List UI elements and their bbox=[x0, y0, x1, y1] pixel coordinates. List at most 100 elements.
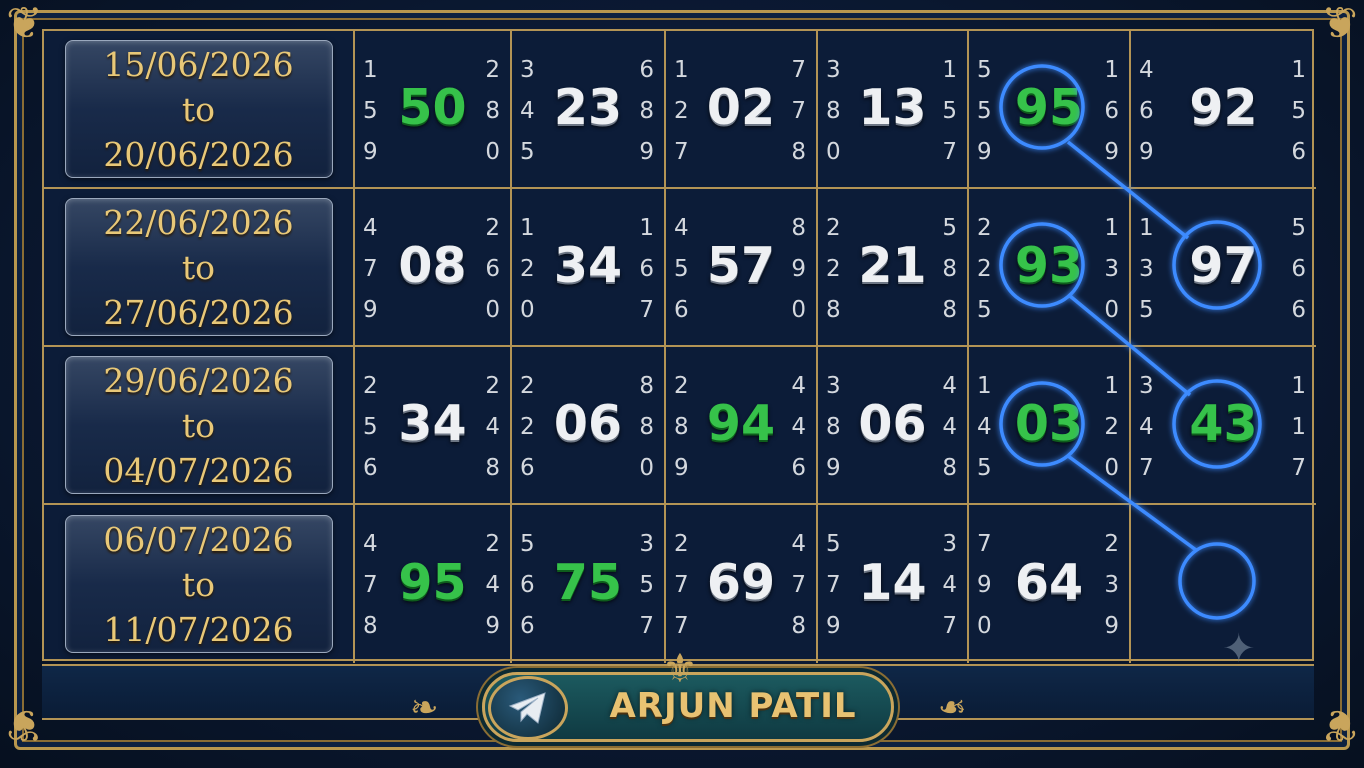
panel-digit: 6 bbox=[1104, 98, 1119, 124]
panel-digit: 2 bbox=[485, 57, 500, 83]
ornament-corner-icon: ❦ bbox=[6, 699, 43, 750]
panel-digit: 9 bbox=[639, 139, 654, 165]
close-panel-digits: 1 6 7 bbox=[639, 208, 654, 331]
panel-digit: 5 bbox=[942, 215, 957, 241]
close-panel-digits: 1 3 0 bbox=[1104, 208, 1119, 331]
week-range-label: 06/07/2026 to 11/07/2026 bbox=[64, 515, 333, 653]
panel-digit: 6 bbox=[1291, 256, 1306, 282]
result-cell: 2 7 7 69 4 7 8 bbox=[666, 505, 818, 663]
result-cell: 4 5 6 57 8 9 0 bbox=[666, 189, 818, 347]
close-panel-digits: 8 9 0 bbox=[791, 208, 806, 331]
ornament-corner-icon: ❦ bbox=[1321, 0, 1358, 49]
result-cell: 4 7 8 95 2 4 9 bbox=[355, 505, 512, 663]
close-panel-digits: 5 8 8 bbox=[942, 208, 957, 331]
close-panel-digits: 4 4 8 bbox=[942, 366, 957, 489]
panel-digit: 7 bbox=[1291, 455, 1306, 481]
panel-digit: 1 bbox=[942, 57, 957, 83]
panel-digit: 0 bbox=[1104, 297, 1119, 323]
author-name: ARJUN PATIL bbox=[609, 686, 857, 726]
results-chart-grid: 15/06/2026 to 20/06/2026 1 5 9 50 2 8 0 3 4 5 23 6 8 9 1 2… bbox=[42, 29, 1316, 663]
panel-digit: 0 bbox=[639, 455, 654, 481]
week-range-label: 29/06/2026 to 04/07/2026 bbox=[64, 356, 333, 494]
result-cell: 1 3 5 97 5 6 6 bbox=[1131, 189, 1316, 347]
panel-digit: 7 bbox=[942, 613, 957, 639]
panel-digit: 0 bbox=[485, 297, 500, 323]
close-panel-digits: 1 6 9 bbox=[1104, 50, 1119, 173]
close-panel-digits: 3 5 7 bbox=[639, 524, 654, 647]
panel-digit: 8 bbox=[826, 297, 841, 323]
panel-digit: 2 bbox=[485, 215, 500, 241]
panel-digit: 1 bbox=[1104, 57, 1119, 83]
jodi-number: 97 bbox=[1189, 236, 1258, 294]
close-panel-digits: 2 8 0 bbox=[485, 50, 500, 173]
panel-digit: 0 bbox=[1104, 455, 1119, 481]
panel-digit: 9 bbox=[363, 139, 378, 165]
panel-digit: 9 bbox=[791, 256, 806, 282]
panel-digit: 9 bbox=[674, 455, 689, 481]
panel-digit: 5 bbox=[1291, 98, 1306, 124]
panel-digit: 8 bbox=[639, 414, 654, 440]
week-range-label: 15/06/2026 to 20/06/2026 bbox=[64, 40, 333, 178]
close-panel-digits: 1 5 7 bbox=[942, 50, 957, 173]
panel-digit: 0 bbox=[520, 297, 535, 323]
result-cell: 1 4 5 03 1 2 0 bbox=[969, 347, 1131, 505]
panel-digit: 9 bbox=[826, 455, 841, 481]
panel-digit: 7 bbox=[791, 57, 806, 83]
close-panel-digits: 2 3 9 bbox=[1104, 524, 1119, 647]
panel-digit: 7 bbox=[674, 613, 689, 639]
week-range-label: 22/06/2026 to 27/06/2026 bbox=[64, 198, 333, 336]
panel-digit: 7 bbox=[791, 572, 806, 598]
panel-digit: 6 bbox=[363, 455, 378, 481]
panel-digit: 2 bbox=[485, 373, 500, 399]
date-to: 11/07/2026 bbox=[103, 609, 294, 649]
name-banner: ❧ ❧ ⚜ ARJUN PATIL bbox=[410, 646, 966, 750]
panel-digit: 3 bbox=[942, 531, 957, 557]
panel-digit: 4 bbox=[485, 572, 500, 598]
panel-digit: 5 bbox=[639, 572, 654, 598]
close-panel-digits: 4 4 6 bbox=[791, 366, 806, 489]
panel-digit: 1 bbox=[1104, 215, 1119, 241]
result-cell: 2 2 8 21 5 8 8 bbox=[818, 189, 969, 347]
telegram-icon[interactable] bbox=[488, 676, 568, 740]
panel-digit: 9 bbox=[1104, 139, 1119, 165]
close-panel-digits: 2 6 0 bbox=[485, 208, 500, 331]
week-date-cell: 15/06/2026 to 20/06/2026 bbox=[44, 31, 355, 189]
panel-digit: 1 bbox=[1291, 373, 1306, 399]
date-to: 27/06/2026 bbox=[103, 292, 294, 332]
panel-digit: 9 bbox=[485, 613, 500, 639]
panel-digit: 8 bbox=[791, 613, 806, 639]
date-separator: to bbox=[181, 564, 216, 604]
panel-digit: 4 bbox=[791, 531, 806, 557]
panel-digit: 8 bbox=[639, 373, 654, 399]
panel-digit: 4 bbox=[942, 572, 957, 598]
panel-digit: 6 bbox=[1291, 297, 1306, 323]
panel-digit: 6 bbox=[639, 256, 654, 282]
panel-digit: 8 bbox=[639, 98, 654, 124]
close-panel-digits: 2 4 8 bbox=[485, 366, 500, 489]
close-panel-digits: 1 2 0 bbox=[1104, 366, 1119, 489]
panel-digit: 5 bbox=[977, 297, 992, 323]
panel-digit: 4 bbox=[942, 373, 957, 399]
ornament-corner-icon: ❦ bbox=[6, 0, 43, 49]
result-cell: 5 7 9 14 3 4 7 bbox=[818, 505, 969, 663]
panel-digit: 2 bbox=[1104, 414, 1119, 440]
panel-digit: 4 bbox=[791, 414, 806, 440]
panel-digit: 6 bbox=[520, 613, 535, 639]
panel-digit: 8 bbox=[485, 455, 500, 481]
panel-digit: 2 bbox=[485, 531, 500, 557]
close-panel-digits: 4 7 8 bbox=[791, 524, 806, 647]
result-cell: 2 5 6 34 2 4 8 bbox=[355, 347, 512, 505]
result-cell: 3 8 0 13 1 5 7 bbox=[818, 31, 969, 189]
panel-digit: 8 bbox=[363, 613, 378, 639]
result-cell: 1 2 7 02 7 7 8 bbox=[666, 31, 818, 189]
date-separator: to bbox=[181, 405, 216, 445]
panel-digit: 1 bbox=[639, 215, 654, 241]
panel-digit: 0 bbox=[977, 613, 992, 639]
week-date-cell: 29/06/2026 to 04/07/2026 bbox=[44, 347, 355, 505]
panel-digit: 3 bbox=[639, 531, 654, 557]
panel-digit: 6 bbox=[639, 57, 654, 83]
date-separator: to bbox=[181, 89, 216, 129]
result-cell: 1 5 9 50 2 8 0 bbox=[355, 31, 512, 189]
panel-digit: 8 bbox=[791, 215, 806, 241]
panel-digit: 8 bbox=[485, 98, 500, 124]
